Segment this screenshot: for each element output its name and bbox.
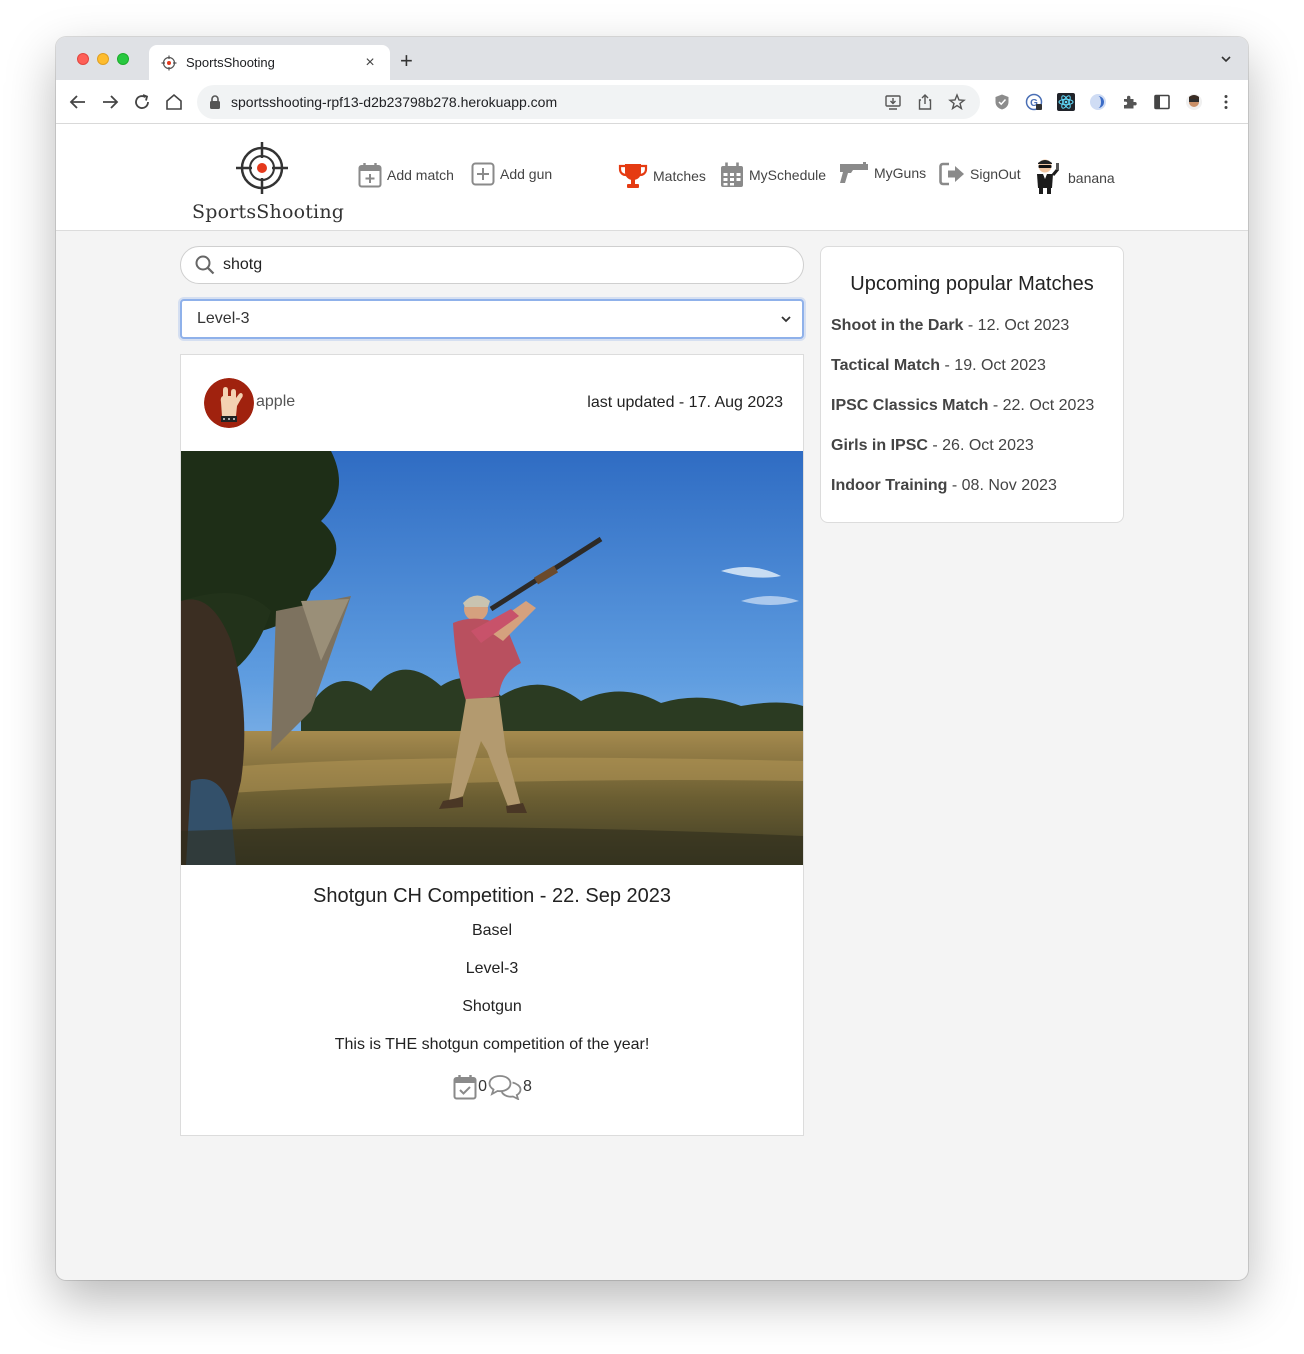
upcoming-match-name[interactable]: Girls in IPSC — [831, 437, 928, 454]
upcoming-match-date: - 12. Oct 2023 — [963, 317, 1070, 334]
nav-signout[interactable]: SignOut — [939, 162, 1021, 186]
react-devtools-icon[interactable] — [1057, 93, 1075, 111]
trophy-icon — [618, 164, 648, 188]
match-card-body: Shotgun CH Competition - 22. Sep 2023 Ba… — [181, 865, 803, 1100]
nav-myschedule-label: MySchedule — [749, 167, 827, 183]
match-location: Basel — [471, 922, 513, 939]
level-filter-select[interactable]: Level-3 — [180, 299, 804, 339]
bookmark-star-icon[interactable] — [948, 93, 966, 111]
upcoming-match-item[interactable]: Girls in IPSC - 26. Oct 2023 — [821, 436, 1123, 456]
shotgun-shooter-photo — [181, 451, 803, 865]
nav-add-match-label: Add match — [387, 167, 454, 183]
nav-myschedule[interactable]: MySchedule — [720, 162, 826, 188]
search-icon — [195, 255, 215, 275]
nav-add-match[interactable]: Add match — [358, 162, 454, 188]
sign-out-icon — [939, 162, 964, 186]
tab-strip: SportsShooting × + — [56, 37, 1248, 80]
match-level: Level-3 — [465, 960, 519, 977]
browser-window: SportsShooting × + sportsshooting-rpf13-… — [56, 37, 1248, 1280]
match-stats: 0 8 — [181, 1074, 803, 1100]
crosshair-favicon-icon — [161, 55, 177, 70]
match-category: Shotgun — [462, 998, 522, 1015]
upcoming-match-date: - 08. Nov 2023 — [947, 477, 1057, 494]
upcoming-match-item[interactable]: IPSC Classics Match - 22. Oct 2023 — [821, 396, 1123, 416]
upcoming-match-name[interactable]: Tactical Match — [831, 357, 940, 374]
upcoming-match-item[interactable]: Shoot in the Dark - 12. Oct 2023 — [821, 316, 1123, 336]
url-text: sportsshooting-rpf13-d2b23798b278.heroku… — [231, 94, 558, 110]
search-input[interactable] — [223, 256, 783, 274]
upcoming-match-date: - 19. Oct 2023 — [940, 357, 1046, 374]
address-bar[interactable]: sportsshooting-rpf13-d2b23798b278.heroku… — [197, 85, 980, 119]
upcoming-match-date: - 22. Oct 2023 — [988, 397, 1095, 414]
close-window-button[interactable] — [77, 53, 89, 65]
grammar-extension-icon[interactable]: G — [1025, 93, 1043, 111]
nav-myguns-label: MyGuns — [874, 165, 927, 181]
upcoming-match-name[interactable]: IPSC Classics Match — [831, 397, 988, 414]
upcoming-matches-title: Upcoming popular Matches — [850, 273, 1094, 295]
upcoming-match-item[interactable]: Tactical Match - 19. Oct 2023 — [821, 356, 1123, 376]
match-title[interactable]: Shotgun CH Competition - 22. Sep 2023 — [181, 885, 803, 908]
compass-extension-icon[interactable] — [1089, 93, 1107, 111]
square-plus-icon — [471, 162, 495, 186]
profile-avatar-icon[interactable] — [1185, 93, 1203, 111]
nav-matches-label: Matches — [653, 168, 706, 184]
site-navbar: SportsShooting Add match Add gun Matches… — [56, 124, 1248, 231]
tab-title: SportsShooting — [186, 55, 275, 70]
owner-name[interactable]: apple — [256, 393, 295, 411]
browser-toolbar: sportsshooting-rpf13-d2b23798b278.heroku… — [56, 80, 1248, 124]
level-filter-value: Level-3 — [197, 310, 250, 327]
upcoming-match-date: - 26. Oct 2023 — [927, 437, 1034, 454]
pistol-icon — [840, 162, 868, 183]
reload-icon[interactable] — [132, 92, 152, 112]
browser-tab[interactable]: SportsShooting × — [149, 45, 390, 80]
comments-count: 8 — [523, 1078, 532, 1095]
install-app-icon[interactable] — [884, 93, 902, 111]
new-tab-button[interactable]: + — [400, 50, 413, 72]
back-arrow-icon[interactable] — [68, 92, 88, 112]
nav-add-gun[interactable]: Add gun — [471, 162, 552, 186]
minimize-window-button[interactable] — [97, 53, 109, 65]
site-logo[interactable]: SportsShooting — [192, 142, 344, 223]
nav-add-gun-label: Add gun — [500, 166, 553, 182]
chevron-down-icon[interactable] — [1220, 53, 1232, 65]
tab-close-icon[interactable]: × — [362, 54, 378, 71]
nav-matches[interactable]: Matches — [618, 162, 706, 190]
logo-text: SportsShooting — [192, 201, 345, 223]
calendar-grid-icon — [721, 162, 743, 187]
lock-icon — [210, 95, 220, 109]
match-card[interactable]: apple last updated - 17. Aug 2023 Shotgu… — [180, 354, 804, 1136]
agent-avatar-icon — [1037, 159, 1060, 194]
crosshair-logo-icon — [236, 142, 288, 194]
attendees-count: 0 — [478, 1078, 487, 1095]
search-bar[interactable] — [180, 246, 804, 284]
nav-signout-label: SignOut — [970, 166, 1021, 182]
share-icon[interactable] — [916, 93, 934, 111]
match-card-header: apple last updated - 17. Aug 2023 — [181, 355, 803, 451]
home-icon[interactable] — [164, 92, 184, 112]
forward-arrow-icon[interactable] — [100, 92, 120, 112]
zoom-window-button[interactable] — [117, 53, 129, 65]
comments-icon[interactable] — [488, 1074, 522, 1100]
upcoming-match-name[interactable]: Indoor Training — [831, 477, 947, 494]
nav-myguns[interactable]: MyGuns — [839, 162, 926, 184]
chevron-down-icon — [781, 316, 791, 323]
upcoming-matches-panel: Upcoming popular Matches Shoot in the Da… — [820, 246, 1124, 523]
upcoming-match-name[interactable]: Shoot in the Dark — [831, 317, 963, 334]
kebab-menu-icon[interactable] — [1217, 93, 1235, 111]
shield-extension-icon[interactable] — [993, 93, 1011, 111]
puzzle-extensions-icon[interactable] — [1121, 93, 1139, 111]
nav-user-profile[interactable]: banana — [1032, 159, 1115, 194]
last-updated: last updated - 17. Aug 2023 — [587, 394, 783, 411]
nav-user-label: banana — [1068, 170, 1115, 186]
match-description: This is THE shotgun competition of the y… — [334, 1036, 650, 1053]
calendar-plus-icon — [358, 163, 382, 188]
side-panel-icon[interactable] — [1153, 93, 1171, 111]
upcoming-match-item[interactable]: Indoor Training - 08. Nov 2023 — [821, 476, 1123, 496]
owner-avatar[interactable] — [204, 378, 254, 428]
match-photo — [181, 451, 803, 865]
calendar-check-icon[interactable] — [453, 1074, 477, 1100]
